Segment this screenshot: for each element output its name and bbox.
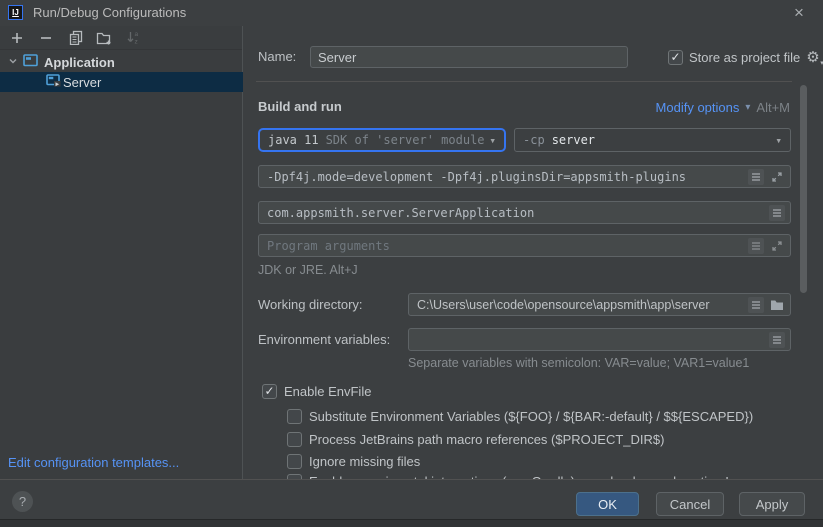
environment-variables-field[interactable]: [408, 328, 791, 351]
sort-alphabetically-icon[interactable]: az: [123, 29, 143, 47]
chevron-down-icon[interactable]: ▾: [745, 102, 750, 113]
expand-field-icon[interactable]: [769, 169, 785, 185]
new-folder-icon[interactable]: [94, 29, 114, 47]
ignore-missing-files-label: Ignore missing files: [309, 454, 420, 469]
store-as-project-file-label: Store as project file: [689, 50, 800, 65]
ignore-missing-files-row: Ignore missing files: [287, 452, 420, 470]
environment-variables-hint: Separate variables with semicolon: VAR=v…: [408, 356, 749, 370]
tree-group-label: Application: [44, 55, 115, 70]
modify-options-link[interactable]: Modify options: [656, 100, 740, 115]
modify-options-shortcut: Alt+M: [756, 100, 790, 115]
jre-selector-combo[interactable]: java 11 SDK of 'server' module ▾: [258, 128, 506, 152]
intellij-logo-icon: IJ: [8, 5, 23, 20]
substitute-env-variables-checkbox[interactable]: [287, 409, 302, 424]
modify-options-row: Modify options ▾ Alt+M: [620, 96, 790, 118]
jre-value: java 11: [268, 133, 319, 147]
process-path-macro-checkbox[interactable]: [287, 432, 302, 447]
help-icon[interactable]: ?: [12, 491, 33, 512]
tree-item-server[interactable]: Server: [0, 72, 243, 92]
tree-item-label: Server: [63, 75, 101, 90]
substitute-env-variables-label: Substitute Environment Variables (${FOO}…: [309, 409, 753, 424]
process-path-macro-label: Process JetBrains path macro references …: [309, 432, 664, 447]
browse-folder-icon[interactable]: [769, 297, 785, 313]
insert-macros-icon[interactable]: [748, 169, 764, 185]
cancel-button[interactable]: Cancel: [656, 492, 724, 516]
svg-text:a: a: [134, 31, 138, 38]
main-class-value: com.appsmith.server.ServerApplication: [267, 206, 534, 220]
application-type-icon: [23, 54, 38, 70]
ignore-missing-files-checkbox[interactable]: [287, 454, 302, 469]
substitute-env-variables-row: Substitute Environment Variables (${FOO}…: [287, 407, 753, 425]
dropdown-arrow-icon[interactable]: ▾: [775, 134, 782, 147]
name-input[interactable]: [310, 46, 628, 68]
vm-options-value: -Dpf4j.mode=development -Dpf4j.pluginsDi…: [267, 170, 686, 184]
add-configuration-icon[interactable]: [7, 29, 27, 47]
run-debug-configurations-dialog: IJ Run/Debug Configurations × az: [0, 0, 823, 527]
build-and-run-section-title: Build and run: [258, 96, 342, 118]
insert-macros-icon[interactable]: [769, 205, 785, 221]
close-icon[interactable]: ×: [786, 0, 812, 26]
cp-flag: -cp: [523, 133, 545, 147]
dialog-footer: ? OK Cancel Apply: [0, 479, 823, 519]
insert-macros-icon[interactable]: [769, 332, 785, 348]
program-arguments-placeholder: Program arguments: [267, 239, 390, 253]
insert-macros-icon[interactable]: [748, 297, 764, 313]
gear-icon[interactable]: ⚙▾: [806, 48, 819, 66]
vm-options-field[interactable]: -Dpf4j.mode=development -Dpf4j.pluginsDi…: [258, 165, 791, 188]
enable-envfile-checkbox[interactable]: ✓: [262, 384, 277, 399]
store-as-project-file-checkbox[interactable]: ✓: [668, 50, 683, 65]
configurations-toolbar: az: [0, 26, 242, 50]
dropdown-arrow-icon[interactable]: ▾: [489, 134, 496, 147]
program-arguments-field[interactable]: Program arguments: [258, 234, 791, 257]
working-directory-field[interactable]: C:\Users\user\code\opensource\appsmith\a…: [408, 293, 791, 316]
name-label: Name:: [258, 45, 296, 68]
jre-comment: SDK of 'server' module: [326, 133, 485, 147]
tree-group-application[interactable]: Application: [0, 52, 243, 72]
run-configuration-icon: [46, 74, 61, 90]
ok-button[interactable]: OK: [576, 492, 639, 516]
insert-macros-icon[interactable]: [748, 238, 764, 254]
dialog-titlebar: IJ Run/Debug Configurations ×: [0, 0, 823, 26]
expand-field-icon[interactable]: [769, 238, 785, 254]
apply-button[interactable]: Apply: [739, 492, 805, 516]
working-directory-value: C:\Users\user\code\opensource\appsmith\a…: [417, 298, 710, 312]
main-class-field[interactable]: com.appsmith.server.ServerApplication: [258, 201, 791, 224]
cp-module-value: server: [552, 133, 595, 147]
remove-configuration-icon[interactable]: [36, 29, 56, 47]
working-directory-label: Working directory:: [258, 293, 363, 316]
configurations-sidebar: az Application Server Edit configuration…: [0, 26, 243, 479]
enable-envfile-label: Enable EnvFile: [284, 384, 371, 399]
store-as-project-file-row: ✓ Store as project file ⚙▾: [668, 46, 820, 68]
dialog-title: Run/Debug Configurations: [33, 0, 186, 26]
process-path-macro-row: Process JetBrains path macro references …: [287, 430, 664, 448]
edit-configuration-templates-link[interactable]: Edit configuration templates...: [8, 455, 179, 470]
background-window-strip: [0, 519, 823, 527]
vertical-scrollbar[interactable]: [800, 85, 807, 293]
classpath-module-combo[interactable]: -cp server ▾: [514, 128, 791, 152]
chevron-down-icon[interactable]: [7, 55, 19, 70]
environment-variables-label: Environment variables:: [258, 328, 390, 351]
copy-configuration-icon[interactable]: [65, 29, 85, 47]
section-divider: [256, 81, 792, 82]
svg-text:z: z: [134, 39, 137, 46]
enable-envfile-row: ✓ Enable EnvFile: [262, 382, 371, 400]
jre-hint: JDK or JRE. Alt+J: [258, 263, 358, 277]
